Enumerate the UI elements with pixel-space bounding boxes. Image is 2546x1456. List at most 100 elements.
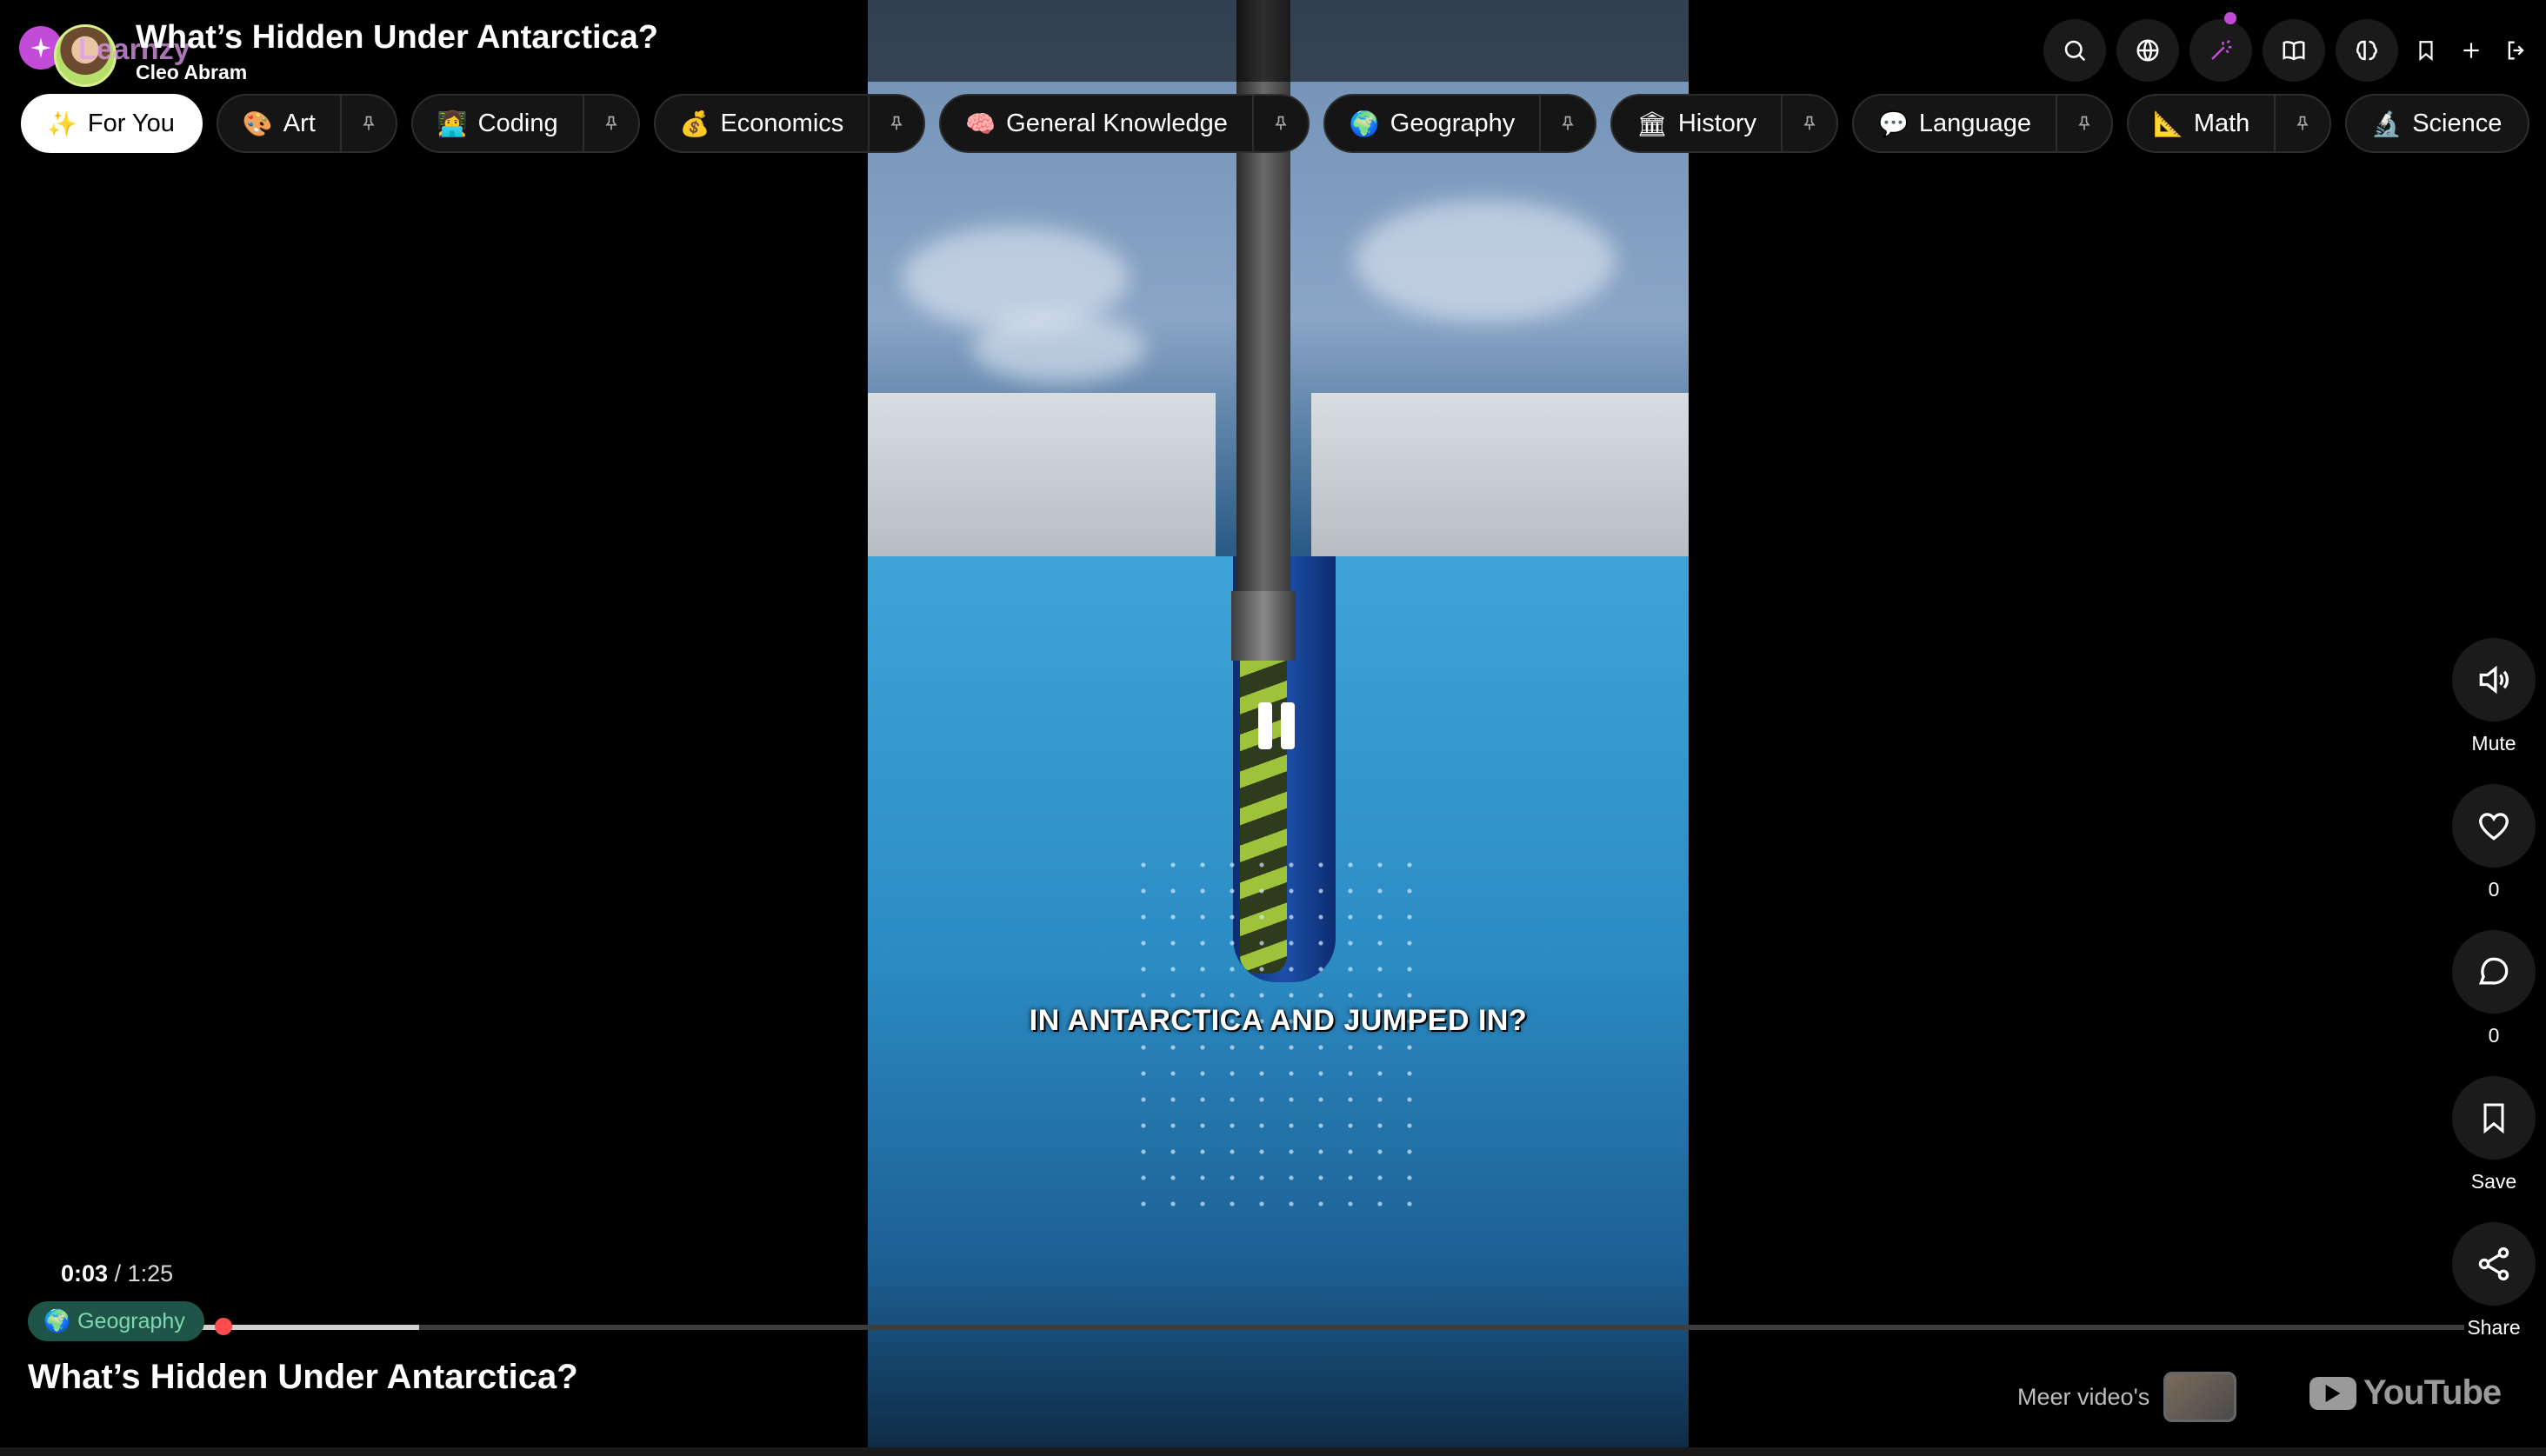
channel-name[interactable]: Cleo Abram (136, 61, 247, 84)
more-videos-link[interactable]: Meer video's (2017, 1372, 2237, 1422)
video-title: What’s Hidden Under Antarctica? (136, 19, 659, 56)
current-time: 0:03 (61, 1260, 109, 1286)
pause-icon[interactable] (1258, 702, 1298, 749)
cloud (903, 226, 1129, 330)
museum-icon: 🏛 (1636, 110, 1668, 137)
logout-button[interactable] (2499, 19, 2534, 82)
globe-icon (2136, 39, 2159, 62)
bottom-edge (0, 1447, 2546, 1456)
youtube-wordmark: YouTube (2363, 1373, 2502, 1412)
save-button[interactable] (2452, 1076, 2536, 1160)
more-videos-thumbnail (2163, 1372, 2237, 1422)
chip-label: Art (283, 109, 316, 137)
category-bar: ✨ For You 🎨 Art 👩‍💻 Coding 💰 Economics 🧠… (21, 94, 2530, 155)
youtube-logo[interactable]: YouTube (2309, 1373, 2502, 1413)
heart-icon (2479, 813, 2509, 841)
topic-tag[interactable]: 🌍 Geography (28, 1301, 204, 1341)
share-label: Share (2467, 1316, 2521, 1339)
video-title-bottom: What’s Hidden Under Antarctica? (28, 1358, 578, 1396)
chip-coding[interactable]: 👩‍💻 Coding (410, 94, 640, 153)
chip-science[interactable]: 🔬 Science (2345, 94, 2530, 153)
youtube-play-icon (2309, 1376, 2356, 1410)
drill-rod (1236, 0, 1290, 600)
share-icon (2478, 1247, 2509, 1281)
save-label: Save (2470, 1170, 2517, 1193)
chip-label: Economics (720, 109, 844, 137)
pin-icon[interactable] (1781, 96, 1836, 151)
more-videos-label: Meer video's (2017, 1383, 2150, 1410)
comment-button[interactable] (2452, 930, 2536, 1014)
duration: 1:25 (127, 1260, 174, 1286)
add-button[interactable] (2454, 19, 2489, 82)
microscope-icon: 🔬 (2371, 110, 2403, 137)
sparkles-icon: ✨ (47, 110, 77, 137)
pin-icon[interactable] (868, 96, 923, 151)
save-action: Save (2450, 1076, 2537, 1222)
progress-handle[interactable] (215, 1318, 232, 1335)
search-button[interactable] (2043, 19, 2106, 82)
pin-icon[interactable] (2055, 96, 2111, 151)
chip-label: Language (1918, 109, 2031, 137)
mute-action: Mute (2450, 638, 2537, 784)
chip-label: Coding (477, 109, 558, 137)
pin-icon[interactable] (339, 96, 396, 151)
toolbar (2043, 12, 2534, 82)
time-separator: / (114, 1260, 122, 1286)
chip-label: General Knowledge (1006, 109, 1228, 137)
brain-emoji-icon: 🧠 (965, 110, 996, 137)
pin-icon[interactable] (2274, 96, 2329, 151)
chip-history[interactable]: 🏛 History (1610, 94, 1839, 153)
like-button[interactable] (2452, 784, 2536, 868)
action-rail: Mute 0 0 Save Share (2450, 638, 2537, 1368)
speaker-icon (2479, 665, 2509, 695)
magic-wand-icon (2211, 39, 2232, 60)
money-bag-icon: 💰 (679, 110, 710, 137)
drill-collar (1231, 591, 1296, 661)
cloud (1355, 200, 1616, 322)
sparkle-icon (30, 37, 51, 58)
chip-art[interactable]: 🎨 Art (216, 94, 397, 153)
chip-for-you[interactable]: ✨ For You (21, 94, 203, 153)
logout-icon (2508, 41, 2524, 60)
pin-icon[interactable] (1539, 96, 1595, 151)
ice-shelf-left (868, 393, 1216, 562)
like-count: 0 (2488, 878, 2500, 901)
time-display: 0:03 / 1:25 (61, 1260, 173, 1287)
globe-emoji-icon: 🌍 (43, 1308, 71, 1333)
share-action: Share (2450, 1222, 2537, 1368)
chip-economics[interactable]: 💰 Economics (653, 94, 926, 153)
pin-icon[interactable] (1251, 96, 1308, 151)
comment-action: 0 (2450, 930, 2537, 1076)
globe-emoji-icon: 🌍 (1349, 110, 1380, 137)
chip-language[interactable]: 💬 Language (1852, 94, 2113, 153)
chip-general-knowledge[interactable]: 🧠 General Knowledge (939, 94, 1310, 153)
topic-tag-label: Geography (77, 1308, 185, 1333)
brain-button[interactable] (2336, 19, 2398, 82)
plus-icon (2463, 43, 2479, 58)
saved-button[interactable] (2409, 19, 2443, 82)
ai-button[interactable] (2189, 12, 2252, 82)
ice-shelf-right (1311, 393, 1689, 562)
library-button[interactable] (2263, 19, 2325, 82)
pin-icon[interactable] (582, 96, 638, 151)
ruler-icon: 📐 (2152, 110, 2183, 137)
book-icon (2283, 41, 2305, 61)
notification-dot (2224, 12, 2236, 24)
chip-math[interactable]: 📐 Math (2126, 94, 2332, 153)
palette-icon: 🎨 (242, 110, 273, 137)
brain-icon (2356, 40, 2377, 61)
chip-label: History (1677, 109, 1757, 137)
video-caption: IN ANTARCTICA AND JUMPED IN? (1029, 1004, 1528, 1037)
bookmark-icon (2483, 1103, 2504, 1134)
chip-label: Math (2193, 109, 2250, 137)
language-button[interactable] (2116, 19, 2179, 82)
comment-icon (2478, 957, 2509, 985)
mute-button[interactable] (2452, 638, 2536, 721)
like-action: 0 (2450, 784, 2537, 930)
cloud (972, 313, 1146, 382)
chip-label: Science (2412, 109, 2503, 137)
chip-geography[interactable]: 🌍 Geography (1323, 94, 1597, 153)
comment-count: 0 (2488, 1024, 2500, 1047)
progress-bar[interactable] (30, 1318, 2464, 1335)
share-button[interactable] (2452, 1222, 2536, 1306)
